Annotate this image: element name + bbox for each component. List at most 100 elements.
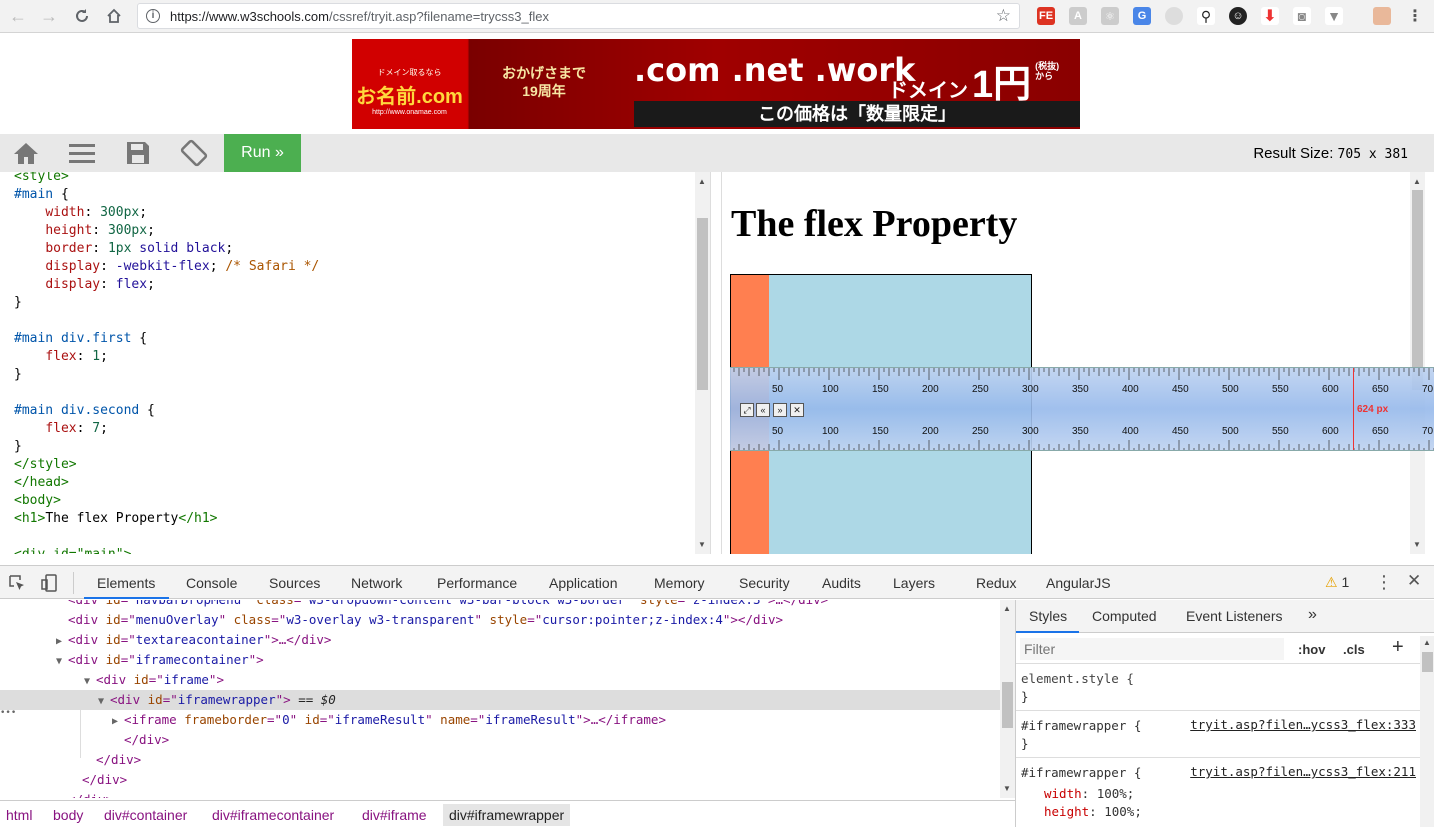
code-line[interactable]: } xyxy=(14,294,319,312)
code-line[interactable]: #main div.first { xyxy=(14,330,319,348)
tab-sources[interactable]: Sources xyxy=(269,575,320,591)
dom-node[interactable]: </div> xyxy=(0,770,1000,790)
styles-scroll-thumb[interactable] xyxy=(1422,652,1433,672)
scroll-down-icon[interactable]: ▼ xyxy=(1413,540,1421,549)
advertisement-banner[interactable]: ドメイン取るなら お名前.com http://www.onamae.com お… xyxy=(352,39,1080,129)
code-line[interactable]: </style> xyxy=(14,456,319,474)
styles-scrollbar[interactable]: ▲ xyxy=(1420,636,1434,827)
tab-redux[interactable]: Redux xyxy=(976,575,1016,591)
dom-tree[interactable]: <div id="navbarDropMenu" class="w3-dropd… xyxy=(0,600,1000,798)
code-line[interactable]: <h1>The flex Property</h1> xyxy=(14,510,319,528)
cls-toggle[interactable]: .cls xyxy=(1343,642,1365,657)
tab-performance[interactable]: Performance xyxy=(437,575,517,591)
extension-translate-icon[interactable]: G xyxy=(1133,7,1151,25)
device-toolbar-icon[interactable] xyxy=(40,573,60,596)
tab-memory[interactable]: Memory xyxy=(654,575,705,591)
result-scroll-thumb[interactable] xyxy=(1412,190,1423,390)
extension-vue-icon[interactable]: ▼ xyxy=(1325,7,1343,25)
element-style-rule[interactable]: element.style { xyxy=(1021,670,1134,688)
screen-ruler-overlay[interactable]: 50 100 150 200 250 300 350 400 450 500 550 600 650 70… xyxy=(730,367,1434,451)
breadcrumb-iframecontainer[interactable]: div#iframecontainer xyxy=(212,807,334,823)
dom-node[interactable]: <div id="navbarDropMenu" class="w3-dropd… xyxy=(0,600,1000,610)
code-line[interactable]: <div id="main"> xyxy=(14,546,319,554)
ruler-forward-button[interactable]: » xyxy=(773,403,787,417)
extension-circle-icon[interactable] xyxy=(1165,7,1183,25)
devtools-menu-icon[interactable]: ⋮ xyxy=(1375,572,1393,593)
tab-audits[interactable]: Audits xyxy=(822,575,861,591)
scroll-up-icon[interactable]: ▲ xyxy=(1423,638,1431,647)
extension-smiley-icon[interactable]: ☺ xyxy=(1229,7,1247,25)
rule1-selector[interactable]: #iframewrapper { xyxy=(1021,717,1141,735)
dom-node[interactable]: ▶ <iframe frameborder="0" id="iframeResul… xyxy=(0,710,1000,730)
collapse-triangle-icon[interactable]: ▼ xyxy=(56,652,68,672)
scroll-up-icon[interactable]: ▲ xyxy=(1413,177,1421,186)
scroll-down-icon[interactable]: ▼ xyxy=(1003,784,1011,793)
code-line[interactable]: display: flex; xyxy=(14,276,319,294)
extension-download-icon[interactable]: ⬇ xyxy=(1261,7,1279,25)
extension-camera-icon[interactable]: ◙ xyxy=(1293,7,1311,25)
tab-security[interactable]: Security xyxy=(739,575,790,591)
run-button[interactable]: Run » xyxy=(224,134,301,172)
code-editor[interactable]: <style> #main { width: 300px; height: 300… xyxy=(0,172,711,554)
ruler-rotate-button[interactable]: ⤢ xyxy=(740,403,754,417)
code-line[interactable] xyxy=(14,312,319,330)
extension-dropper-icon[interactable]: ⚲ xyxy=(1197,7,1215,25)
tab-angularjs[interactable]: AngularJS xyxy=(1046,575,1111,591)
rotate-icon[interactable] xyxy=(178,138,210,168)
breadcrumb-container[interactable]: div#container xyxy=(104,807,187,823)
code-line[interactable]: #main div.second { xyxy=(14,402,319,420)
extension-react-icon[interactable]: ⚛ xyxy=(1101,7,1119,25)
scroll-down-icon[interactable]: ▼ xyxy=(698,540,706,549)
editor-scrollbar[interactable]: ▲ ▼ xyxy=(695,172,710,554)
chrome-menu-icon[interactable]: ⋮ xyxy=(1406,7,1424,25)
rule2-width-decl[interactable]: width: 100%; xyxy=(1044,785,1134,803)
dom-node[interactable]: </div> xyxy=(0,730,1000,750)
dom-node[interactable]: ▶ <div id="textareacontainer">…</div> xyxy=(0,630,1000,650)
home-icon[interactable] xyxy=(102,5,126,27)
styles-filter-input[interactable] xyxy=(1020,638,1284,660)
ruler-close-button[interactable]: ✕ xyxy=(790,403,804,417)
new-rule-button[interactable]: + xyxy=(1392,636,1404,659)
expand-triangle-icon[interactable]: ▶ xyxy=(112,712,124,732)
breadcrumb-html[interactable]: html xyxy=(6,807,32,823)
hov-toggle[interactable]: :hov xyxy=(1298,642,1325,657)
rule2-height-decl[interactable]: height: 100%; xyxy=(1044,803,1142,821)
code-line[interactable]: <body> xyxy=(14,492,319,510)
scroll-up-icon[interactable]: ▲ xyxy=(698,177,706,186)
dom-node[interactable]: ▼ <div id="iframe"> xyxy=(0,670,1000,690)
scroll-up-icon[interactable]: ▲ xyxy=(1003,604,1011,613)
code-line[interactable]: } xyxy=(14,438,319,456)
expand-triangle-icon[interactable]: ▶ xyxy=(56,632,68,652)
rule2-source-link[interactable]: tryit.asp?filen…ycss3_flex:211 xyxy=(1190,764,1416,779)
profile-avatar[interactable] xyxy=(1373,7,1391,25)
devtools-close-icon[interactable]: ✕ xyxy=(1407,571,1421,591)
code-line[interactable]: width: 300px; xyxy=(14,204,319,222)
tab-layers[interactable]: Layers xyxy=(893,575,935,591)
code-text[interactable]: <style> #main { width: 300px; height: 300… xyxy=(14,172,319,554)
dom-scroll-thumb[interactable] xyxy=(1002,682,1013,728)
breadcrumb-body[interactable]: body xyxy=(53,807,83,823)
code-line[interactable]: flex: 1; xyxy=(14,348,319,366)
info-icon[interactable]: i xyxy=(146,9,160,23)
code-line[interactable]: #main { xyxy=(14,186,319,204)
collapse-triangle-icon[interactable]: ▼ xyxy=(98,692,110,712)
extension-fe-icon[interactable]: FE xyxy=(1037,7,1055,25)
tab-styles[interactable]: Styles xyxy=(1029,608,1067,624)
address-bar[interactable]: i https://www.w3schools.com/cssref/tryit… xyxy=(137,3,1020,29)
inspect-element-icon[interactable] xyxy=(8,574,26,595)
rule2-selector[interactable]: #iframewrapper { xyxy=(1021,764,1141,782)
code-line[interactable] xyxy=(14,528,319,546)
warning-counter[interactable]: ⚠ 1 xyxy=(1325,574,1349,591)
dom-node[interactable]: <div id="menuOverlay" class="w3-overlay … xyxy=(0,610,1000,630)
more-tabs-icon[interactable]: » xyxy=(1308,606,1317,624)
rule1-source-link[interactable]: tryit.asp?filen…ycss3_flex:333 xyxy=(1190,717,1416,732)
code-line[interactable]: </head> xyxy=(14,474,319,492)
dom-node[interactable]: </div> xyxy=(0,750,1000,770)
result-scrollbar[interactable]: ▲ ▼ xyxy=(1410,172,1425,554)
reload-icon[interactable] xyxy=(70,5,94,27)
collapse-triangle-icon[interactable]: ▼ xyxy=(84,672,96,692)
home-icon[interactable] xyxy=(10,138,42,168)
breadcrumb-iframe[interactable]: div#iframe xyxy=(362,807,427,823)
tab-console[interactable]: Console xyxy=(186,575,237,591)
back-arrow-icon[interactable]: ← xyxy=(6,5,30,27)
